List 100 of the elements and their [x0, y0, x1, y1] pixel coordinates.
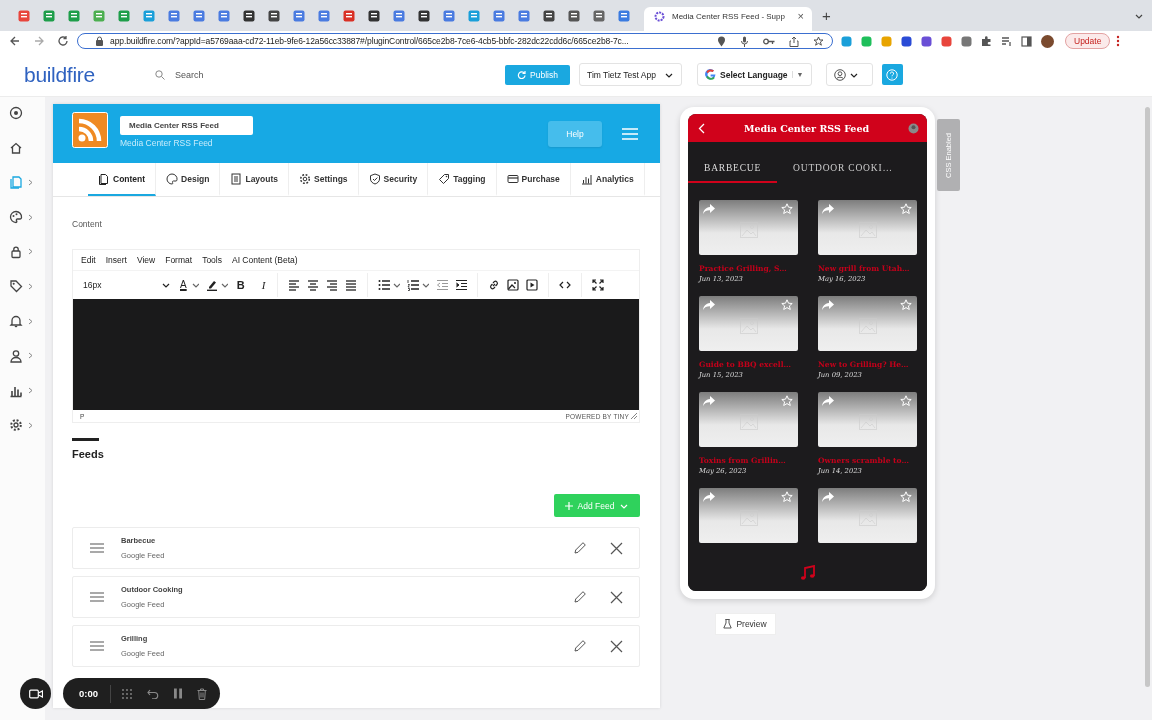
share-icon[interactable]	[822, 204, 834, 214]
browser-tab[interactable]: Media Center RSS Feed - Supp ×	[644, 7, 812, 31]
target-icon[interactable]	[9, 106, 23, 120]
star-icon[interactable]	[781, 299, 793, 311]
menu-item[interactable]: AI Content (Beta)	[226, 255, 303, 265]
tag-icon[interactable]	[9, 279, 23, 294]
extension-icon[interactable]	[941, 35, 952, 47]
media-icon[interactable]	[526, 279, 539, 291]
bell-icon[interactable]	[9, 314, 23, 329]
align-center-icon[interactable]	[307, 279, 320, 291]
star-icon[interactable]	[781, 491, 793, 503]
star-icon[interactable]	[900, 395, 912, 407]
chevron-right-icon[interactable]	[28, 282, 33, 290]
align-left-icon[interactable]	[288, 279, 301, 291]
close-icon[interactable]	[610, 590, 623, 604]
share-icon[interactable]	[822, 300, 834, 310]
chevron-right-icon[interactable]	[28, 213, 33, 221]
bullet-list-icon[interactable]	[378, 279, 391, 291]
link-icon[interactable]	[488, 279, 501, 291]
share-icon[interactable]	[703, 300, 715, 310]
avatar-circle[interactable]	[1041, 34, 1054, 48]
microphone-icon[interactable]	[740, 35, 749, 47]
home-icon[interactable]	[9, 140, 23, 155]
chevron-right-icon[interactable]	[28, 178, 33, 186]
buildfire-logo[interactable]: buildfire	[24, 62, 139, 87]
lock-icon[interactable]	[9, 244, 23, 259]
location-pin-icon[interactable]	[717, 35, 726, 47]
more-menu-icon[interactable]	[1116, 35, 1121, 47]
tab-icon[interactable]	[267, 10, 280, 22]
pause-icon[interactable]	[173, 688, 183, 699]
tab-icon[interactable]	[367, 10, 380, 22]
tab[interactable]: BARBECUE	[688, 154, 778, 183]
italic-button[interactable]: I	[259, 279, 268, 291]
fullscreen-icon[interactable]	[592, 279, 605, 291]
extension-icon[interactable]	[921, 35, 932, 47]
music-note-icon[interactable]	[799, 565, 816, 581]
image-placeholder[interactable]	[699, 296, 798, 351]
share-icon[interactable]	[822, 396, 834, 406]
chevron-right-icon[interactable]	[28, 387, 33, 394]
image-placeholder[interactable]	[818, 296, 917, 351]
image-placeholder[interactable]	[818, 488, 917, 543]
close-icon[interactable]	[610, 639, 623, 653]
extension-icon[interactable]	[961, 35, 972, 47]
menu-item[interactable]: Format	[160, 255, 198, 265]
share-icon[interactable]	[703, 204, 715, 214]
drag-handle-icon[interactable]	[90, 592, 104, 602]
font-size-select[interactable]: 16px	[83, 280, 171, 290]
drag-handle-icon[interactable]	[90, 641, 104, 651]
tab-icon[interactable]	[417, 10, 430, 22]
image-placeholder[interactable]	[699, 488, 798, 543]
menu-item[interactable]: View	[131, 255, 161, 265]
image-placeholder[interactable]	[818, 392, 917, 447]
image-placeholder[interactable]	[699, 392, 798, 447]
tab-icon[interactable]	[242, 10, 255, 22]
tab-icon[interactable]	[567, 10, 580, 22]
dot-grid-icon[interactable]	[121, 687, 133, 700]
text-color-button[interactable]: A	[178, 280, 189, 290]
menu-item[interactable]: Tools	[197, 255, 227, 265]
undo-icon[interactable]	[147, 688, 159, 699]
tab[interactable]: OUTDOOR COOKI…	[777, 154, 909, 183]
extension-icon[interactable]	[841, 35, 852, 47]
avatar-icon[interactable]	[908, 122, 919, 134]
image-icon[interactable]	[507, 279, 520, 291]
chevron-right-icon[interactable]	[28, 317, 33, 325]
tab-icon[interactable]	[542, 10, 555, 22]
star-icon[interactable]	[900, 491, 912, 503]
chevron-right-icon[interactable]	[28, 421, 33, 429]
justify-icon[interactable]	[345, 279, 358, 291]
reload-icon[interactable]	[57, 35, 69, 47]
share-icon[interactable]	[822, 492, 834, 502]
palette-icon[interactable]	[9, 210, 23, 225]
code-icon[interactable]	[559, 279, 572, 291]
highlighter-icon[interactable]	[205, 279, 218, 291]
star-outline-icon[interactable]	[813, 35, 824, 47]
side-panel-icon[interactable]	[1021, 35, 1032, 47]
edit-icon[interactable]	[573, 590, 587, 604]
user-icon[interactable]	[9, 348, 23, 363]
new-tab-button[interactable]: +	[822, 8, 831, 23]
image-placeholder[interactable]	[699, 200, 798, 255]
tab-icon[interactable]	[592, 10, 605, 22]
preview-button[interactable]: Preview	[714, 613, 776, 635]
bold-button[interactable]: B	[234, 279, 247, 291]
chevron-right-icon[interactable]	[28, 352, 33, 360]
menu-item[interactable]: Edit	[76, 255, 101, 265]
forward-icon[interactable]	[33, 35, 45, 47]
extension-icon[interactable]	[901, 35, 912, 47]
close-icon[interactable]	[610, 541, 623, 555]
close-button[interactable]: ×	[797, 10, 804, 22]
back-icon[interactable]	[9, 35, 21, 47]
resize-handle-icon[interactable]	[631, 413, 637, 419]
star-icon[interactable]	[781, 203, 793, 215]
chevron-right-icon[interactable]	[28, 248, 33, 256]
scrollbar[interactable]	[1145, 107, 1150, 687]
outdent-icon[interactable]	[436, 279, 449, 291]
share-icon[interactable]	[703, 492, 715, 502]
image-placeholder[interactable]	[818, 200, 917, 255]
edit-icon[interactable]	[573, 541, 587, 555]
numbered-list-icon[interactable]	[407, 279, 420, 291]
app-selector[interactable]: Tim Tietz Test App	[579, 63, 682, 86]
drag-handle-icon[interactable]	[90, 543, 104, 553]
